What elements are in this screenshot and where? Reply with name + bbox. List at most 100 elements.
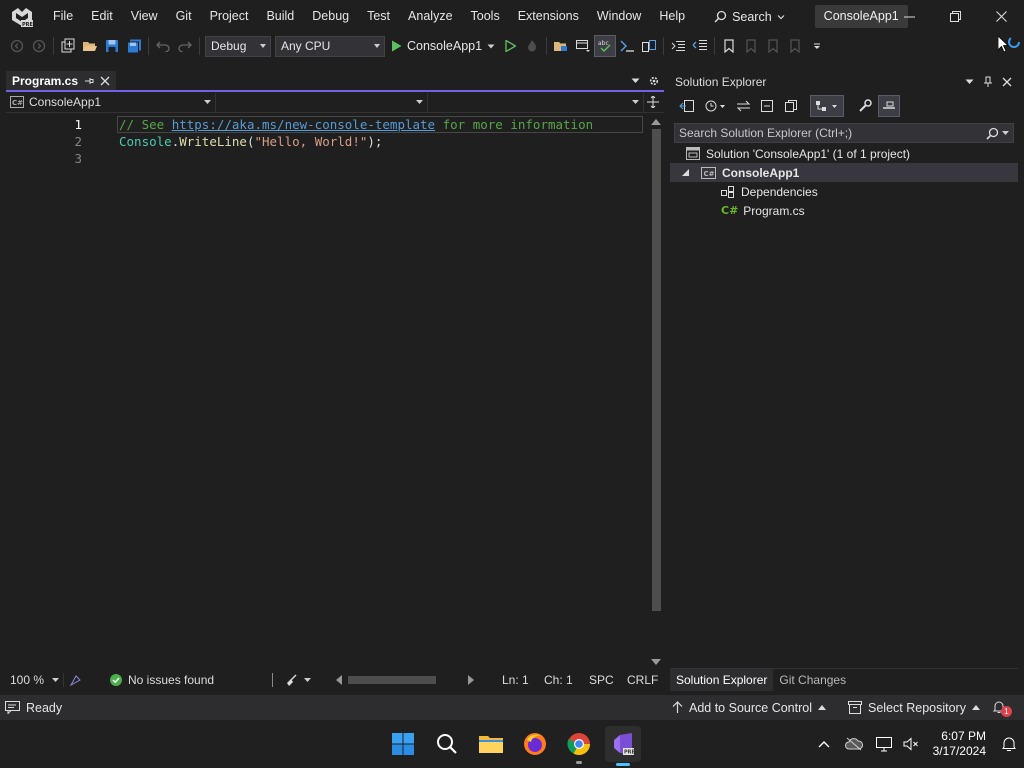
preview-selected-items-icon[interactable] [878,95,900,117]
gear-icon[interactable] [648,75,660,87]
whitespace-indicator[interactable]: SPC [589,673,614,687]
menu-help[interactable]: Help [650,0,694,33]
solution-explorer-search-box[interactable]: Search Solution Explorer (Ctrl+;) [674,123,1014,143]
pending-changes-filter-icon[interactable] [700,95,730,117]
zoom-dropdown[interactable]: 100 % [6,673,64,687]
sync-with-active-document-icon[interactable] [732,95,754,117]
filter-icon[interactable] [810,95,844,117]
vertical-scrollbar[interactable] [648,115,664,669]
menu-build[interactable]: Build [257,0,303,33]
ready-status[interactable]: Ready [5,701,62,715]
redo-icon[interactable] [174,35,196,57]
previous-bookmark-icon[interactable] [740,35,762,57]
start-debugging-button[interactable]: ConsoleApp1 [387,39,499,53]
scroll-down-icon[interactable] [651,659,661,665]
tree-file-node[interactable]: C# Program.cs [670,201,1018,220]
switch-views-icon[interactable] [676,95,698,117]
close-window-button[interactable] [978,0,1024,33]
tree-dependencies-node[interactable]: Dependencies [670,182,1018,201]
navigate-forward-icon[interactable] [28,35,50,57]
code-text-area[interactable]: 1 2 3 // See https://aka.ms/new-console-… [6,115,664,669]
column-indicator[interactable]: Ch: 1 [544,673,573,687]
volume-muted-icon[interactable] [899,737,923,751]
platform-dropdown[interactable]: Any CPU [275,35,385,57]
start-without-debugging-icon[interactable] [499,35,521,57]
type-navigation-dropdown[interactable] [216,92,428,112]
tree-solution-node[interactable]: Solution 'ConsoleApp1' (1 of 1 project) [670,144,1018,163]
chrome-icon[interactable] [563,728,595,764]
scroll-right-icon[interactable] [468,675,474,685]
menu-extensions[interactable]: Extensions [509,0,588,33]
firefox-icon[interactable] [519,728,551,760]
visual-studio-logo-icon[interactable]: PRE [0,0,44,33]
indent-icon[interactable] [667,35,689,57]
file-explorer-icon[interactable] [475,728,507,760]
visual-studio-taskbar-icon[interactable]: PRE [605,726,641,766]
spell-check-icon[interactable]: abc [594,35,617,57]
menu-edit[interactable]: Edit [82,0,122,33]
taskbar-search-icon[interactable] [431,728,463,760]
menu-project[interactable]: Project [201,0,258,33]
onedrive-offline-icon[interactable] [839,737,869,751]
menu-file[interactable]: File [44,0,82,33]
menu-analyze[interactable]: Analyze [399,0,461,33]
close-icon[interactable] [1002,77,1012,87]
scrollbar-thumb[interactable] [652,129,661,611]
open-file-icon[interactable] [79,35,101,57]
menu-tools[interactable]: Tools [462,0,509,33]
windows-start-icon[interactable] [387,728,419,760]
minimize-button[interactable] [886,0,932,33]
browse-folder-icon[interactable] [550,35,572,57]
line-indicator[interactable]: Ln: 1 [502,673,529,687]
bookmark-icon[interactable] [718,35,740,57]
add-to-source-control-button[interactable]: Add to Source Control [672,701,826,715]
scroll-left-icon[interactable] [336,675,342,685]
line-endings-indicator[interactable]: CRLF [627,673,658,687]
split-window-icon[interactable] [644,96,662,108]
select-repository-button[interactable]: Select Repository [848,701,980,715]
save-all-icon[interactable] [123,35,145,57]
menu-window[interactable]: Window [588,0,650,33]
notifications-bell-icon[interactable]: 1 [992,699,1012,717]
navigate-back-icon[interactable] [6,35,28,57]
tree-project-node[interactable]: C# ConsoleApp1 [670,163,1018,182]
pin-icon[interactable] [983,76,993,88]
horizontal-scrollbar[interactable] [334,674,476,686]
search-icon[interactable] [986,127,999,140]
compare-files-icon[interactable] [638,35,660,57]
step-into-icon[interactable] [616,35,638,57]
save-icon[interactable] [101,35,123,57]
taskbar-clock[interactable]: 6:07 PM 3/17/2024 [933,729,986,759]
pin-icon[interactable] [84,76,94,86]
show-all-files-icon[interactable] [780,95,802,117]
notification-center-bell-icon[interactable] [994,736,1024,752]
tab-git-changes[interactable]: Git Changes [773,669,852,691]
member-navigation-dropdown[interactable] [428,92,644,112]
menu-debug[interactable]: Debug [303,0,358,33]
tab-program-cs[interactable]: Program.cs [6,71,117,90]
tab-solution-explorer[interactable]: Solution Explorer [670,669,774,691]
layout-icon[interactable] [572,35,594,57]
window-position-dropdown-icon[interactable] [965,79,974,85]
restore-button[interactable] [932,0,978,33]
search-options-dropdown-icon[interactable] [1002,130,1009,136]
scrollbar-thumb[interactable] [348,676,436,684]
collapse-all-icon[interactable] [756,95,778,117]
tab-list-dropdown-icon[interactable] [631,78,640,84]
undo-icon[interactable] [152,35,174,57]
menu-test[interactable]: Test [358,0,399,33]
intellicode-icon[interactable] [64,674,86,687]
network-icon[interactable] [869,736,899,752]
next-bookmark-icon[interactable] [762,35,784,57]
code-cleanup-button[interactable] [285,674,312,687]
project-navigation-dropdown[interactable]: C# ConsoleApp1 [6,92,216,112]
hot-reload-icon[interactable] [521,35,543,57]
issues-indicator[interactable]: No issues found [110,673,214,687]
search-menu-button[interactable]: Search [706,10,793,24]
expand-triangle-icon[interactable] [682,169,689,176]
toolbar-overflow-icon[interactable] [806,35,828,57]
menu-git[interactable]: Git [167,0,201,33]
configuration-dropdown[interactable]: Debug [205,35,271,57]
close-tab-icon[interactable] [100,76,110,86]
comment-lines-icon[interactable] [689,35,711,57]
